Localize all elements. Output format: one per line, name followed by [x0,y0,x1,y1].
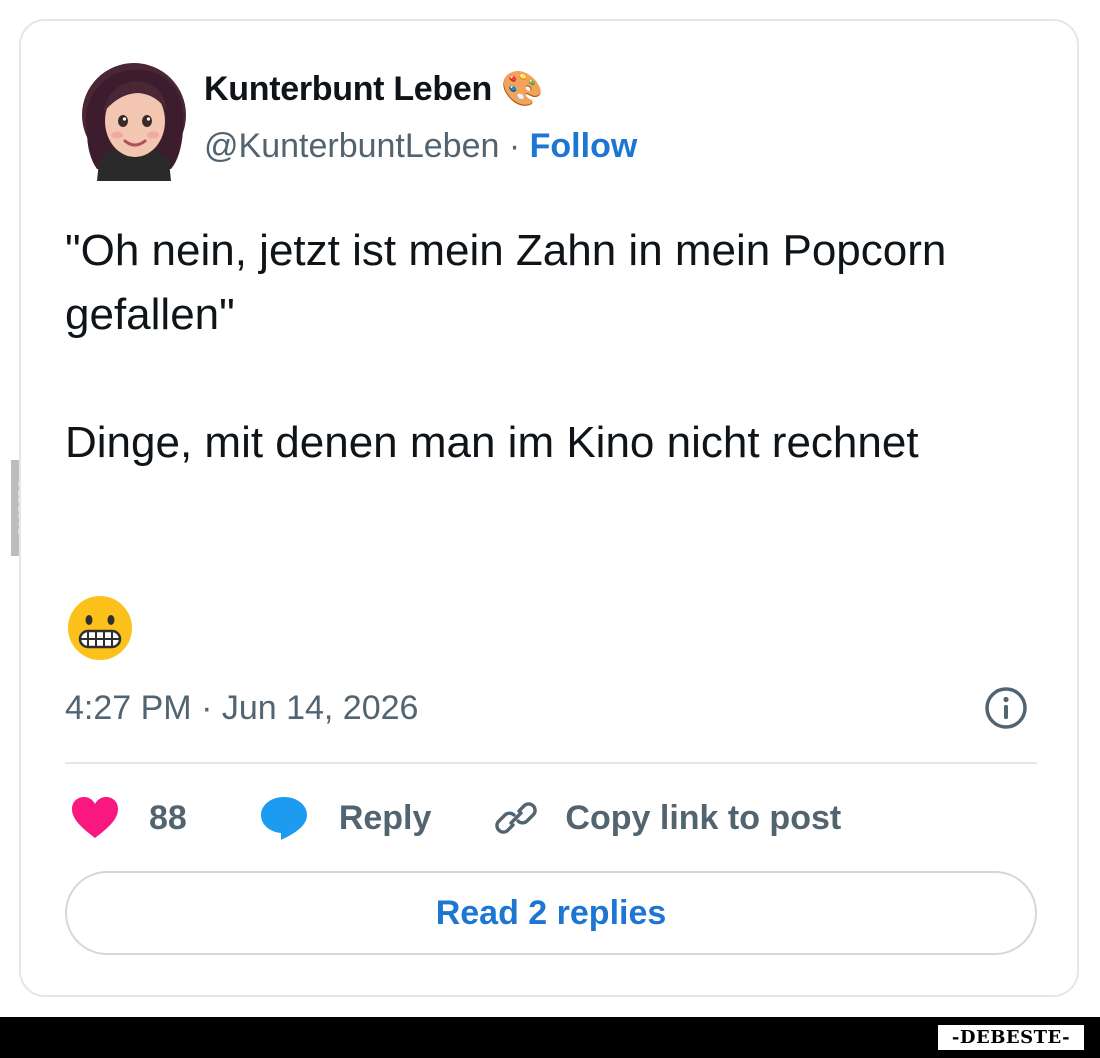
handle-row: @KunterbuntLeben · Follow [204,127,637,166]
heart-icon [72,797,118,838]
link-icon [495,802,538,834]
tweet-paragraph: "Oh nein, jetzt ist mein Zahn in mein Po… [65,226,947,339]
timestamp[interactable]: 4:27 PM · Jun 14, 2026 [65,689,418,728]
like-count: 88 [149,798,187,837]
avatar[interactable] [79,61,189,181]
bottom-watermark-logo: -DEBESTE- [938,1025,1084,1050]
user-handle[interactable]: @KunterbuntLeben [204,127,499,165]
reply-button[interactable]: Reply [259,795,432,841]
tweet-text: "Oh nein, jetzt ist mein Zahn in mein Po… [65,219,1025,475]
page: DEBESTE Kunterbunt Leben 🎨 @KunterbuntLe… [0,0,1100,1058]
copy-link-button[interactable]: Copy link to post [493,795,841,841]
display-name[interactable]: Kunterbunt Leben 🎨 [204,69,543,109]
tweet-card: Kunterbunt Leben 🎨 @KunterbuntLeben · Fo… [19,19,1079,997]
speech-bubble-icon [260,797,307,840]
divider [65,762,1037,764]
action-bar: 88 Reply Copy link to post [71,793,841,843]
follow-button[interactable]: Follow [530,127,638,165]
info-icon[interactable] [983,685,1029,731]
tweet-paragraph: Dinge, mit denen man im Kino nicht rechn… [65,418,919,467]
read-replies-button[interactable]: Read 2 replies [65,871,1037,955]
handle-separator: · [499,127,530,165]
copy-link-label: Copy link to post [565,798,842,837]
bottom-watermark-bar: -DEBESTE- [0,1017,1100,1058]
like-button[interactable]: 88 [71,797,187,839]
reply-label: Reply [338,798,432,837]
grimacing-face-icon [68,596,132,660]
